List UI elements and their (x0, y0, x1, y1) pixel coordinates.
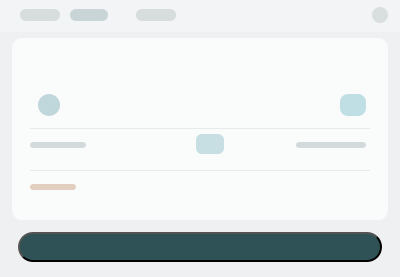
row-left-placeholder-2 (30, 184, 76, 190)
divider (30, 170, 370, 171)
top-bar (0, 0, 400, 32)
divider (30, 128, 370, 129)
top-tab-1[interactable] (20, 9, 60, 21)
avatar-icon (38, 94, 60, 116)
close-icon[interactable] (372, 7, 388, 23)
primary-action-button[interactable] (18, 232, 382, 262)
content-panel (12, 38, 388, 220)
swap-icon[interactable] (196, 134, 224, 154)
top-tab-3[interactable] (136, 9, 176, 21)
top-tab-2[interactable] (70, 9, 108, 21)
token-icon[interactable] (340, 94, 366, 116)
row-left-placeholder (30, 142, 86, 148)
row-right-placeholder (296, 142, 366, 148)
